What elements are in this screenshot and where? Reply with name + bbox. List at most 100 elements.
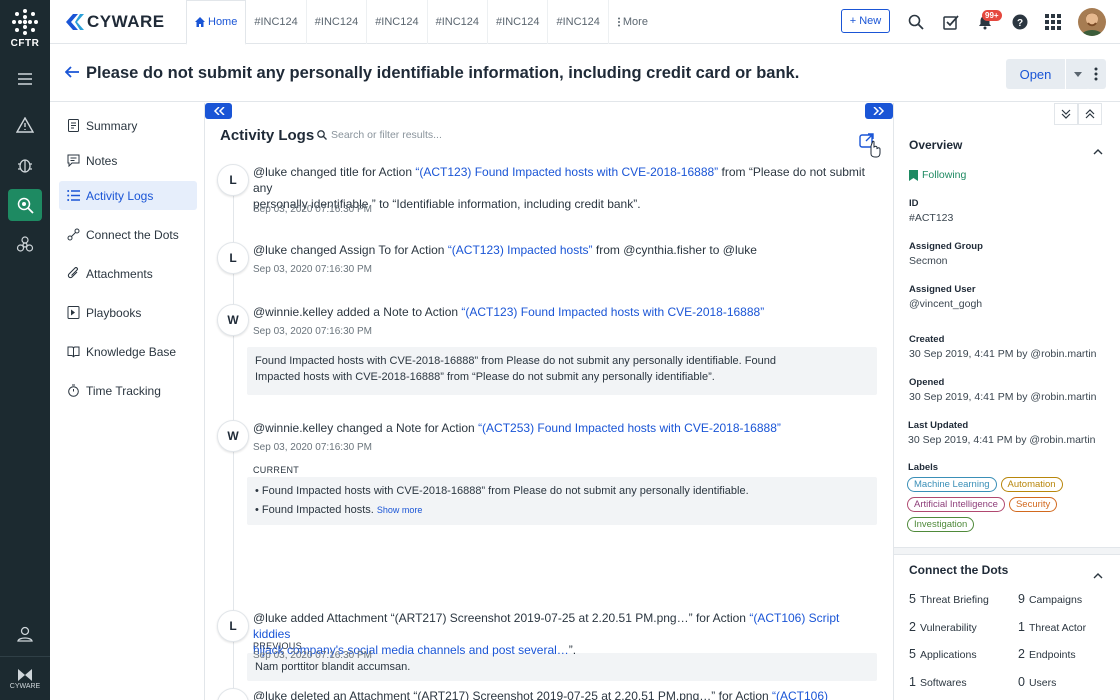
- user-initial-avatar: L: [217, 610, 249, 642]
- log-timestamp: Sep 03, 2020 07:16:30 PM: [253, 264, 372, 275]
- ctd-count: 0: [1018, 675, 1025, 689]
- export-icon[interactable]: [859, 132, 883, 161]
- action-link[interactable]: “(ACT123) Impacted hosts”: [448, 243, 593, 257]
- log-verb: changed: [290, 243, 337, 257]
- ctd-item-vulnerability[interactable]: 2 Vulnerability: [909, 620, 977, 634]
- app-rail-label: CFTR: [10, 38, 40, 49]
- brand-logo[interactable]: CYWARE: [65, 12, 165, 32]
- tab-incident[interactable]: #INC124: [488, 0, 549, 44]
- expand-all-icon[interactable]: [1078, 103, 1102, 125]
- tab-incident[interactable]: #INC124: [246, 0, 307, 44]
- nav-item-knowledge-base[interactable]: Knowledge Base: [59, 337, 197, 366]
- alert-icon[interactable]: [8, 109, 42, 141]
- field-label: Created: [909, 334, 945, 345]
- log-text: @winnie.kelley changed a Note for Action…: [253, 420, 873, 436]
- log-user[interactable]: @winnie.kelley: [253, 421, 333, 435]
- search-input[interactable]: Search or filter results...: [317, 129, 442, 141]
- nav-item-attachments[interactable]: Attachments: [59, 259, 197, 288]
- nav-item-activity-logs[interactable]: Activity Logs: [59, 181, 197, 210]
- label-chip[interactable]: Investigation: [907, 517, 975, 532]
- user-initial-avatar: W: [217, 420, 249, 452]
- label-chip[interactable]: Security: [1008, 497, 1058, 512]
- activity-log-panel: Activity Logs Search or filter results..…: [205, 103, 893, 700]
- action-link[interactable]: “(ACT106): [772, 689, 828, 700]
- ctd-item-threat-briefing[interactable]: 5 Threat Briefing: [909, 592, 989, 606]
- tab-home[interactable]: Home: [186, 0, 247, 45]
- tab-incident[interactable]: #INC124: [307, 0, 368, 44]
- field-value[interactable]: @vincent_gogh: [909, 298, 982, 310]
- expand-right-icon[interactable]: [865, 103, 893, 119]
- ctd-item-threat-actor[interactable]: 1 Threat Actor: [1018, 620, 1086, 634]
- nav-item-notes[interactable]: Notes: [59, 146, 197, 175]
- log-object: Action: [424, 305, 459, 319]
- ctd-count: 1: [909, 675, 916, 689]
- nav-label: Connect the Dots: [86, 227, 179, 242]
- chevron-up-icon[interactable]: [1093, 567, 1103, 582]
- help-icon[interactable]: ?: [1010, 12, 1030, 32]
- field-value: 30 Sep 2019, 4:41 PM by @robin.martin: [908, 434, 1096, 446]
- ctd-item-endpoints[interactable]: 2 Endpoints: [1018, 647, 1076, 661]
- action-link[interactable]: “(ACT253) Found Impacted hosts with CVE-…: [478, 421, 781, 435]
- action-link[interactable]: “(ACT123) Found Impacted hosts with CVE-…: [415, 165, 718, 179]
- more-options-icon[interactable]: [1086, 59, 1106, 89]
- collapse-all-icon[interactable]: [1054, 103, 1078, 125]
- tab-incident[interactable]: #INC124: [428, 0, 489, 44]
- log-object: Action: [712, 611, 746, 625]
- ctd-item-users[interactable]: 0 Users: [1018, 675, 1056, 689]
- bug-icon[interactable]: [8, 149, 42, 181]
- tab-more[interactable]: More: [609, 0, 656, 44]
- follow-toggle[interactable]: Following: [909, 169, 966, 181]
- user-avatar[interactable]: [1078, 8, 1106, 36]
- search-icon[interactable]: [906, 12, 926, 32]
- ctd-item-softwares[interactable]: 1 Softwares: [909, 675, 967, 689]
- nav-item-summary[interactable]: Summary: [59, 111, 197, 140]
- app-logo-icon: [12, 9, 38, 35]
- label-chip[interactable]: Artificial Intelligence: [907, 497, 1005, 512]
- log-field: Note: [383, 305, 409, 319]
- ctd-count: 2: [1018, 647, 1025, 661]
- log-tail: ”.: [568, 643, 577, 657]
- menu-icon[interactable]: [8, 63, 42, 95]
- tab-incident[interactable]: #INC124: [367, 0, 428, 44]
- tasks-icon[interactable]: [941, 12, 961, 32]
- nav-item-time-tracking[interactable]: Time Tracking: [59, 376, 197, 405]
- log-user[interactable]: @luke: [253, 689, 287, 700]
- details-panel: Overview Following ID #ACT123 Assigned G…: [893, 103, 1120, 700]
- user-profile-icon[interactable]: [8, 618, 42, 650]
- biohazard-icon[interactable]: [8, 229, 42, 261]
- show-more-link[interactable]: Show more: [377, 505, 423, 515]
- log-user[interactable]: @luke: [253, 611, 287, 625]
- rail-brand: CYWARE: [0, 656, 50, 700]
- note-content: Found Impacted hosts with CVE-2018-16888…: [247, 347, 877, 395]
- field-value[interactable]: Secmon: [909, 255, 948, 267]
- log-user[interactable]: @luke: [253, 243, 287, 257]
- tab-incident[interactable]: #INC124: [548, 0, 609, 44]
- apps-grid-icon[interactable]: [1043, 12, 1063, 32]
- current-note: • Found Impacted hosts with CVE-2018-168…: [247, 477, 877, 525]
- log-timestamp: Sep 03, 2020 07:16:30 PM: [253, 442, 372, 453]
- log-user[interactable]: @winnie.kelley: [253, 305, 333, 319]
- action-link[interactable]: “(ACT123) Found Impacted hosts with CVE-…: [461, 305, 764, 319]
- log-timestamp: Sep 03, 2020 07:16:30 PM: [253, 204, 372, 215]
- label-chip[interactable]: Automation: [1000, 477, 1063, 492]
- status-dropdown[interactable]: Open: [1006, 59, 1090, 89]
- app-logo[interactable]: CFTR: [0, 8, 50, 49]
- nav-item-connect-the-dots[interactable]: Connect the Dots: [59, 220, 197, 249]
- tab-strip: Home #INC124 #INC124 #INC124 #INC124 #IN…: [186, 0, 656, 45]
- ctd-item-campaigns[interactable]: 9 Campaigns: [1018, 592, 1082, 606]
- status-label[interactable]: Open: [1006, 59, 1066, 89]
- back-arrow-icon[interactable]: [64, 66, 79, 81]
- label-chip[interactable]: Machine Learning: [907, 477, 997, 492]
- tab-label: #INC124: [375, 16, 419, 28]
- ctd-item-applications[interactable]: 5 Applications: [909, 647, 977, 661]
- log-prep: for: [718, 689, 733, 700]
- ctd-label: Softwares: [919, 677, 967, 689]
- incident-icon[interactable]: [8, 189, 42, 221]
- log-verb: changed a: [336, 421, 393, 435]
- field-label: Assigned Group: [909, 241, 983, 252]
- nav-item-playbooks[interactable]: Playbooks: [59, 298, 197, 327]
- new-button[interactable]: + New: [841, 9, 890, 33]
- chevron-up-icon[interactable]: [1093, 143, 1103, 158]
- stopwatch-icon: [68, 384, 79, 397]
- log-user[interactable]: @luke: [253, 165, 287, 179]
